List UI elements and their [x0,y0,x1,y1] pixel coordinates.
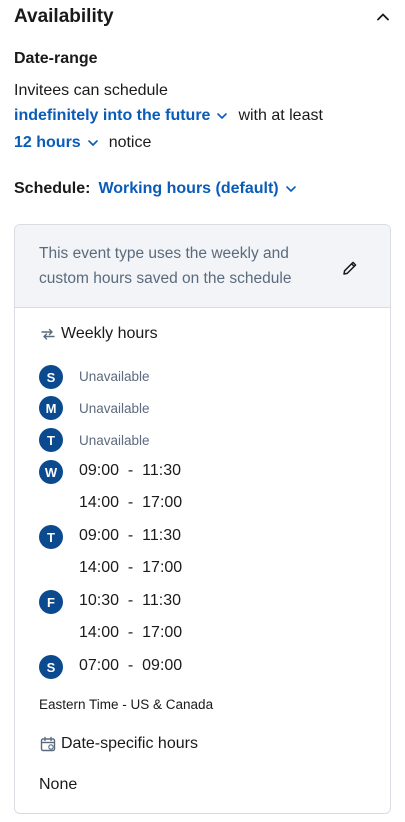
weekly-hours-title: Weekly hours [39,325,158,343]
notice-line-1: This event type uses the weekly and [39,245,289,262]
time-range: 14:00 - 17:00 [79,494,183,511]
chevron-down-icon [87,137,99,149]
day-badge-tuesday: T [39,428,63,452]
availability-panel: Availability Date-range Invitees can sch… [0,0,405,822]
date-range-dropdown[interactable]: indefinitely into the future [14,107,238,125]
day-status-monday: Unavailable [79,401,150,416]
date-range-value: indefinitely into the future [14,107,211,124]
repeat-icon [39,325,57,343]
day-badge-sunday: S [39,365,63,389]
schedule-notice: This event type uses the weekly and cust… [15,225,390,308]
notice-suffix: notice [108,134,152,151]
time-range: 09:00 - 11:30 [79,527,181,544]
date-range-line: indefinitely into the future with at lea… [14,107,323,125]
schedule-label: Schedule: [14,180,91,197]
day-status-sunday: Unavailable [79,369,150,384]
date-specific-value: None [39,776,78,793]
time-range: 09:00 - 11:30 [79,462,181,479]
chevron-up-icon[interactable] [372,6,394,28]
notice-value: 12 hours [14,134,81,151]
day-status-tuesday: Unavailable [79,433,150,448]
date-specific-label: Date-specific hours [61,735,198,752]
date-specific-title: Date-specific hours [39,735,198,753]
schedule-dropdown[interactable]: Working hours (default) [98,180,296,198]
range-suffix: with at least [238,107,323,124]
invitees-intro: Invitees can schedule [14,82,168,99]
schedule-card: This event type uses the weekly and cust… [14,224,391,814]
chevron-down-icon [285,183,297,195]
schedule-row: Schedule: Working hours (default) [14,180,297,198]
pencil-icon[interactable] [339,257,361,279]
time-range: 14:00 - 17:00 [79,624,183,641]
availability-header[interactable]: Availability [14,4,394,30]
notice-line-2: custom hours saved on the schedule [39,270,292,287]
weekly-hours-label: Weekly hours [61,325,158,342]
notice-line: 12 hours notice [14,134,151,152]
time-range: 14:00 - 17:00 [79,559,183,576]
chevron-down-icon [216,110,228,122]
notice-text: This event type uses the weekly and cust… [39,241,329,291]
schedule-value: Working hours (default) [98,180,279,197]
date-range-title: Date-range [14,50,98,67]
calendar-icon [39,735,57,753]
day-badge-wednesday: W [39,460,63,484]
time-range: 07:00 - 09:00 [79,657,183,674]
day-badge-friday: F [39,590,63,614]
day-badge-thursday: T [39,525,63,549]
day-badge-monday: M [39,396,63,420]
time-range: 10:30 - 11:30 [79,592,181,609]
day-badge-saturday: S [39,655,63,679]
availability-title: Availability [14,6,114,27]
timezone-label: Eastern Time - US & Canada [39,697,214,712]
notice-dropdown[interactable]: 12 hours [14,134,109,152]
